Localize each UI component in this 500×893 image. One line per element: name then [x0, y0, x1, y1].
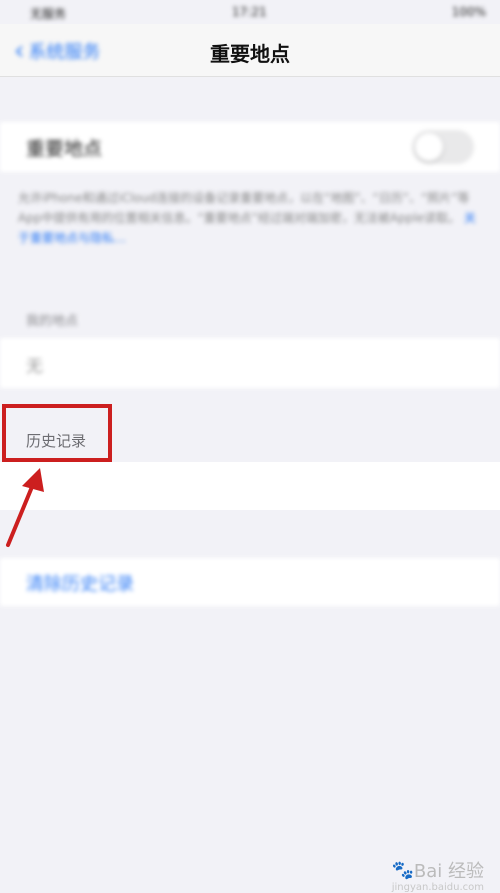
my-places-value: 无	[26, 357, 43, 377]
clock: 17:21	[232, 5, 267, 19]
clear-history-row[interactable]: 清除历史记录	[0, 558, 500, 606]
watermark: 🐾 Bai 经验 jingyan.baidu.com	[391, 857, 484, 893]
carrier-label: 无服务	[30, 7, 67, 21]
navigation-bar: ‹ 系统服务 重要地点	[0, 24, 500, 77]
history-row	[0, 462, 500, 510]
significant-locations-row: 重要地点	[0, 122, 500, 172]
watermark-sub: jingyan.baidu.com	[391, 882, 484, 893]
watermark-text: Bai 经验	[413, 861, 484, 882]
row-label: 重要地点	[26, 138, 103, 160]
page-title: 重要地点	[210, 42, 290, 66]
highlight-box	[2, 404, 112, 462]
my-places-header: 我的地点	[26, 314, 79, 329]
significant-locations-toggle[interactable]	[412, 130, 474, 164]
description-text: 允许iPhone和通过iCloud连接的设备记录重要地点，以在“地图”、“日历”…	[18, 188, 478, 248]
clear-history-button[interactable]: 清除历史记录	[26, 570, 134, 596]
status-bar: 无服务 17:21 100%	[0, 0, 500, 24]
my-places-row: 无	[0, 338, 500, 388]
description-body: 允许iPhone和通过iCloud连接的设备记录重要地点，以在“地图”、“日历”…	[18, 191, 470, 225]
toggle-knob	[415, 133, 443, 161]
battery-label: 100%	[451, 5, 486, 19]
baidu-paw-icon: 🐾	[391, 859, 414, 881]
